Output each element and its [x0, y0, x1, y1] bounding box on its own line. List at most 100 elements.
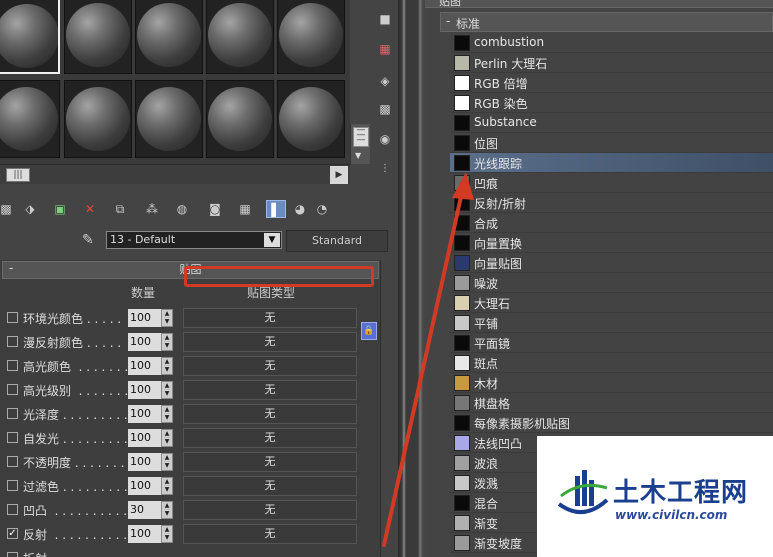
map-type-item[interactable]: 平面镜 [450, 333, 773, 353]
material-type-button[interactable]: Standard [286, 230, 388, 252]
map-slot-button[interactable]: 无 [183, 476, 357, 496]
show-map-icon[interactable]: ▦ [235, 200, 255, 218]
amount-spinner[interactable]: ▲ ▼ [161, 525, 173, 543]
map-type-item[interactable]: RGB 染色 [450, 93, 773, 113]
maps-category-header[interactable]: 贴图 [425, 0, 773, 8]
map-channel-checkbox[interactable] [7, 336, 18, 347]
amount-field[interactable]: 100 [128, 525, 161, 543]
map-channel-checkbox[interactable] [7, 408, 18, 419]
map-channel-checkbox[interactable]: ✓ [7, 528, 18, 539]
reset-icon[interactable]: ✕ [80, 200, 100, 218]
sample-slot[interactable] [135, 0, 203, 74]
sample-slot[interactable] [64, 80, 132, 158]
map-channel-checkbox[interactable] [7, 360, 18, 371]
amount-field[interactable]: 100 [128, 477, 161, 495]
map-type-item[interactable]: combustion [450, 33, 773, 53]
map-channel-checkbox[interactable] [7, 456, 18, 467]
sample-slot[interactable] [135, 80, 203, 158]
material-name-field[interactable]: 13 - Default ▼ [106, 231, 282, 249]
map-type-item[interactable]: 木材 [450, 373, 773, 393]
amount-spinner[interactable]: ▲ ▼ [161, 453, 173, 471]
options-icon[interactable]: ⋮ [376, 160, 394, 178]
map-slot-button[interactable]: 无 [183, 452, 357, 472]
map-channel-checkbox[interactable] [7, 312, 18, 323]
make-unique-icon[interactable]: ⁂ [142, 200, 162, 218]
amount-spinner[interactable]: ▲ ▼ [161, 333, 173, 351]
put-to-library-icon[interactable]: ◍ [172, 200, 192, 218]
map-channel-checkbox[interactable] [7, 504, 18, 515]
map-type-item[interactable]: 斑点 [450, 353, 773, 373]
map-type-item[interactable]: 平铺 [450, 313, 773, 333]
put-to-scene-icon[interactable]: ⬗ [20, 200, 40, 218]
map-type-item[interactable]: 光线跟踪 [450, 153, 773, 173]
amount-spinner[interactable]: ▲ ▼ [161, 405, 173, 423]
map-type-item[interactable]: 反射/折射 [450, 193, 773, 213]
map-type-item[interactable]: 每像素摄影机贴图 [450, 413, 773, 433]
amount-spinner[interactable]: ▲ ▼ [161, 357, 173, 375]
amount-field[interactable]: 100 [128, 357, 161, 375]
map-channel-checkbox[interactable] [7, 480, 18, 491]
chevron-down-icon[interactable]: ▼ [264, 233, 280, 247]
go-forward-icon[interactable]: ◔ [312, 200, 332, 218]
map-type-item[interactable]: Substance [450, 113, 773, 133]
sample-slot[interactable] [206, 80, 274, 158]
sample-type-icon[interactable]: ■ [376, 10, 394, 28]
backlight-icon[interactable]: ▦ [376, 40, 394, 58]
map-slot-button[interactable]: 无 [183, 500, 357, 520]
map-slot-button[interactable]: 无 [183, 380, 357, 400]
sample-slot[interactable] [64, 0, 132, 74]
map-channel-checkbox[interactable] [7, 552, 18, 557]
material-id-icon[interactable]: ◙ [205, 200, 225, 218]
map-type-item[interactable]: 棋盘格 [450, 393, 773, 413]
map-slot-button[interactable]: 无 [183, 404, 357, 424]
map-type-item[interactable]: RGB 倍增 [450, 73, 773, 93]
amount-field[interactable]: 100 [128, 405, 161, 423]
map-type-item[interactable]: 向量置换 [450, 233, 773, 253]
sample-slot[interactable] [0, 0, 60, 74]
map-type-item[interactable]: 凹痕 [450, 173, 773, 193]
scroll-thumb[interactable]: ||| [6, 168, 30, 182]
map-slot-button[interactable]: 无 [183, 356, 357, 376]
sample-slot[interactable] [277, 80, 345, 158]
amount-spinner[interactable]: ▲ ▼ [161, 309, 173, 327]
map-type-item[interactable]: 向量贴图 [450, 253, 773, 273]
amount-spinner[interactable]: ▲ ▼ [161, 501, 173, 519]
amount-field[interactable]: 30 [128, 501, 161, 519]
sample-slot[interactable] [0, 80, 60, 158]
make-copy-icon[interactable]: ⧉ [110, 200, 130, 218]
collapse-toggle[interactable]: - [446, 14, 450, 28]
show-end-result-icon[interactable]: ▌ [266, 200, 286, 218]
eyedropper-icon[interactable]: ✎ [82, 232, 94, 248]
assign-material-icon[interactable]: ▣ [50, 200, 70, 218]
scroll-right-icon[interactable]: ▶ [330, 166, 348, 184]
map-slot-button[interactable]: 无 [183, 524, 357, 544]
map-channel-checkbox[interactable] [7, 384, 18, 395]
slots-vertical-scrollbar[interactable]: — — — ▼ [350, 124, 370, 164]
map-type-item[interactable]: 合成 [450, 213, 773, 233]
map-type-item[interactable]: 噪波 [450, 273, 773, 293]
background-icon[interactable]: ◈ [376, 72, 394, 90]
amount-field[interactable]: 100 [128, 309, 161, 327]
amount-field[interactable]: 100 [128, 381, 161, 399]
slots-horizontal-scrollbar[interactable]: ||| ▶ [0, 164, 350, 184]
amount-field[interactable]: 100 [128, 429, 161, 447]
go-to-parent-icon[interactable]: ◕ [290, 200, 310, 218]
map-type-item[interactable]: Perlin 大理石 [450, 53, 773, 73]
video-color-check-icon[interactable]: ◉ [376, 130, 394, 148]
scroll-thumb[interactable]: — — — [353, 126, 369, 147]
amount-spinner[interactable]: ▲ ▼ [161, 381, 173, 399]
sample-slot[interactable] [206, 0, 274, 74]
map-channel-checkbox[interactable] [7, 432, 18, 443]
sample-slot[interactable] [277, 0, 345, 74]
lock-icon[interactable]: 🔒 [361, 322, 377, 340]
map-slot-button[interactable]: 无 [183, 308, 357, 328]
scroll-down-icon[interactable]: ▼ [355, 151, 361, 160]
amount-field[interactable]: 100 [128, 453, 161, 471]
amount-spinner[interactable]: ▲ ▼ [161, 477, 173, 495]
map-slot-button[interactable]: 无 [183, 428, 357, 448]
sample-uv-tiling-icon[interactable]: ▩ [376, 100, 394, 118]
map-type-item[interactable]: 大理石 [450, 293, 773, 313]
standard-group-header[interactable]: - 标准 [440, 12, 773, 32]
map-type-item[interactable]: 位图 [450, 133, 773, 153]
amount-field[interactable]: 100 [128, 333, 161, 351]
